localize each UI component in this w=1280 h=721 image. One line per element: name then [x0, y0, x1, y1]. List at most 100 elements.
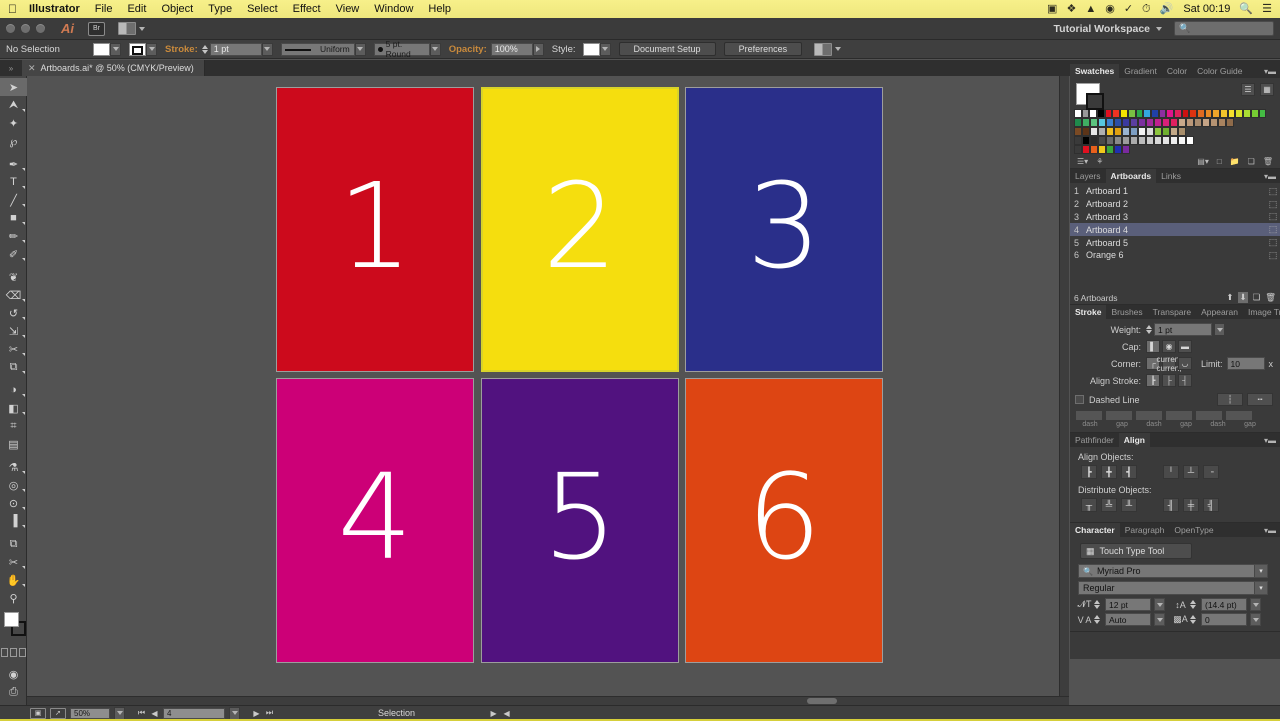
mesh-tool[interactable]: ⌗: [0, 417, 27, 435]
graphic-style-swatch[interactable]: [582, 42, 600, 56]
tab-layers[interactable]: Layers: [1070, 169, 1106, 183]
swatch-cell[interactable]: [1122, 136, 1130, 145]
color-mode-buttons[interactable]: [0, 648, 26, 657]
dock-grip-icon[interactable]: »: [0, 60, 22, 76]
font-family-field[interactable]: 🔍 Myriad Pro ▾: [1078, 564, 1268, 578]
tool-flyout-corner-icon[interactable]: [22, 353, 25, 356]
profile-dropdown-button[interactable]: [354, 42, 366, 56]
new-swatch-icon[interactable]: ❏: [1248, 157, 1255, 166]
tab-pathfinder[interactable]: Pathfinder: [1070, 433, 1119, 447]
swatch-cell[interactable]: [1098, 118, 1106, 127]
swatch-cell[interactable]: [1204, 109, 1213, 118]
menu-item-file[interactable]: File: [95, 3, 113, 15]
fill-dropdown-button[interactable]: [110, 42, 121, 56]
swatch-cell[interactable]: [1127, 109, 1136, 118]
swatch-cell[interactable]: [1122, 145, 1130, 154]
artboard-dropdown-button[interactable]: [229, 706, 240, 720]
brush-definition-field[interactable]: 5 pt. Round: [373, 39, 430, 59]
tab-image-trace[interactable]: Image Tra: [1243, 305, 1280, 319]
next-artboard-icon[interactable]: ▶: [252, 709, 261, 718]
tab-paragraph[interactable]: Paragraph: [1120, 523, 1170, 537]
toolbar-fill-swatch[interactable]: [4, 612, 19, 627]
screen-record-icon[interactable]: ▣: [1047, 3, 1057, 15]
leading-field[interactable]: (14.4 pt): [1201, 598, 1247, 611]
align-vertical-center-icon[interactable]: ┴: [1183, 465, 1199, 479]
last-artboard-icon[interactable]: ⏭: [265, 708, 274, 718]
color-fill-button[interactable]: [0, 648, 8, 657]
kerning-stepper[interactable]: [1094, 615, 1100, 624]
swatch-cell[interactable]: [1226, 118, 1234, 127]
link-icon[interactable]: ⚘: [1096, 157, 1103, 166]
swatch-cell[interactable]: [1138, 127, 1146, 136]
fill-color-swatch[interactable]: [93, 42, 110, 56]
pencil-tool[interactable]: ✐: [0, 245, 27, 263]
tracking-chevron-icon[interactable]: [1250, 613, 1261, 626]
menu-item-object[interactable]: Object: [161, 3, 193, 15]
panel-menu-icon[interactable]: ▾▬: [1264, 436, 1280, 445]
tool-flyout-corner-icon[interactable]: [22, 204, 25, 207]
swatch-cell[interactable]: [1146, 118, 1154, 127]
notification-center-icon[interactable]: ☰: [1262, 3, 1272, 15]
swatch-cell[interactable]: [1202, 118, 1210, 127]
gap-field-3[interactable]: [1225, 410, 1253, 421]
dash-field-2[interactable]: [1135, 410, 1163, 421]
blend-tool[interactable]: ◎: [0, 476, 27, 494]
align-outside-stroke-icon[interactable]: ┤: [1178, 374, 1192, 387]
distribute-left-icon[interactable]: ╢: [1163, 498, 1179, 512]
swatch-cell[interactable]: [1090, 145, 1098, 154]
tab-appearance[interactable]: Appearan: [1196, 305, 1243, 319]
artboard-options-icon[interactable]: ⬚: [1266, 237, 1280, 248]
tool-flyout-corner-icon[interactable]: [22, 299, 25, 302]
bevel-join-icon[interactable]: ◡: [1178, 357, 1192, 370]
tool-flyout-corner-icon[interactable]: [22, 471, 25, 474]
status-collapse-icon[interactable]: ◀: [502, 709, 511, 718]
artboard-options-icon[interactable]: ⬚: [1266, 186, 1280, 197]
share-icon[interactable]: ➚: [50, 707, 66, 719]
dash-adjust-icon[interactable]: ┅: [1247, 393, 1273, 406]
dash-exact-icon[interactable]: ┆: [1217, 393, 1243, 406]
swatch-cell[interactable]: [1090, 136, 1098, 145]
tool-flyout-corner-icon[interactable]: [22, 168, 25, 171]
menu-item-type[interactable]: Type: [208, 3, 232, 15]
swatch-cell[interactable]: [1122, 118, 1130, 127]
pen-tool[interactable]: ✒: [0, 155, 27, 173]
magic-wand-tool[interactable]: ✦: [0, 114, 27, 132]
swatch-cell[interactable]: [1212, 109, 1221, 118]
artboard-1[interactable]: 1: [276, 87, 474, 372]
swatch-cell[interactable]: [1162, 118, 1170, 127]
gradient-tool[interactable]: ▤: [0, 435, 27, 453]
swatch-cell[interactable]: [1082, 118, 1090, 127]
tab-links[interactable]: Links: [1156, 169, 1186, 183]
tool-flyout-corner-icon[interactable]: [22, 394, 25, 397]
font-size-stepper[interactable]: [1094, 600, 1100, 609]
align-top-icon[interactable]: ╵: [1163, 465, 1179, 479]
artboard-options-icon[interactable]: ⬚: [1266, 199, 1280, 210]
swatch-cell[interactable]: [1218, 118, 1226, 127]
column-graph-tool[interactable]: ▐: [0, 512, 27, 530]
lasso-tool[interactable]: ℘: [0, 132, 27, 150]
artboard-row-name[interactable]: Artboard 3: [1086, 212, 1266, 222]
swatch-cell[interactable]: [1106, 136, 1114, 145]
tool-flyout-corner-icon[interactable]: [22, 584, 25, 587]
swatch-cell[interactable]: [1090, 127, 1098, 136]
zoom-level-field[interactable]: 50%: [70, 707, 110, 719]
swatch-cell[interactable]: [1074, 118, 1082, 127]
arrange-documents-icon[interactable]: [118, 22, 136, 35]
drive-icon[interactable]: ▲: [1085, 3, 1096, 15]
screen-mode-icon[interactable]: ⎙: [0, 683, 27, 701]
gradient-fill-button[interactable]: [9, 648, 17, 657]
swatch-cell[interactable]: [1170, 127, 1178, 136]
style-dropdown-button[interactable]: [599, 42, 611, 56]
swatch-options-icon[interactable]: □: [1217, 157, 1222, 166]
swatch-cell[interactable]: [1162, 127, 1170, 136]
tool-flyout-corner-icon[interactable]: [22, 186, 25, 189]
artboard-options-icon[interactable]: ⬚: [1266, 224, 1280, 235]
swatch-cell[interactable]: [1082, 145, 1090, 154]
opacity-field[interactable]: 100%: [490, 42, 533, 56]
scale-tool[interactable]: ⇲: [0, 322, 27, 340]
tool-flyout-corner-icon[interactable]: [22, 240, 25, 243]
blob-brush-tool[interactable]: ❦: [0, 268, 27, 286]
tool-flyout-corner-icon[interactable]: [22, 258, 25, 261]
swatch-libraries-icon[interactable]: ☰▾: [1077, 157, 1088, 166]
swatch-cell[interactable]: [1162, 136, 1170, 145]
